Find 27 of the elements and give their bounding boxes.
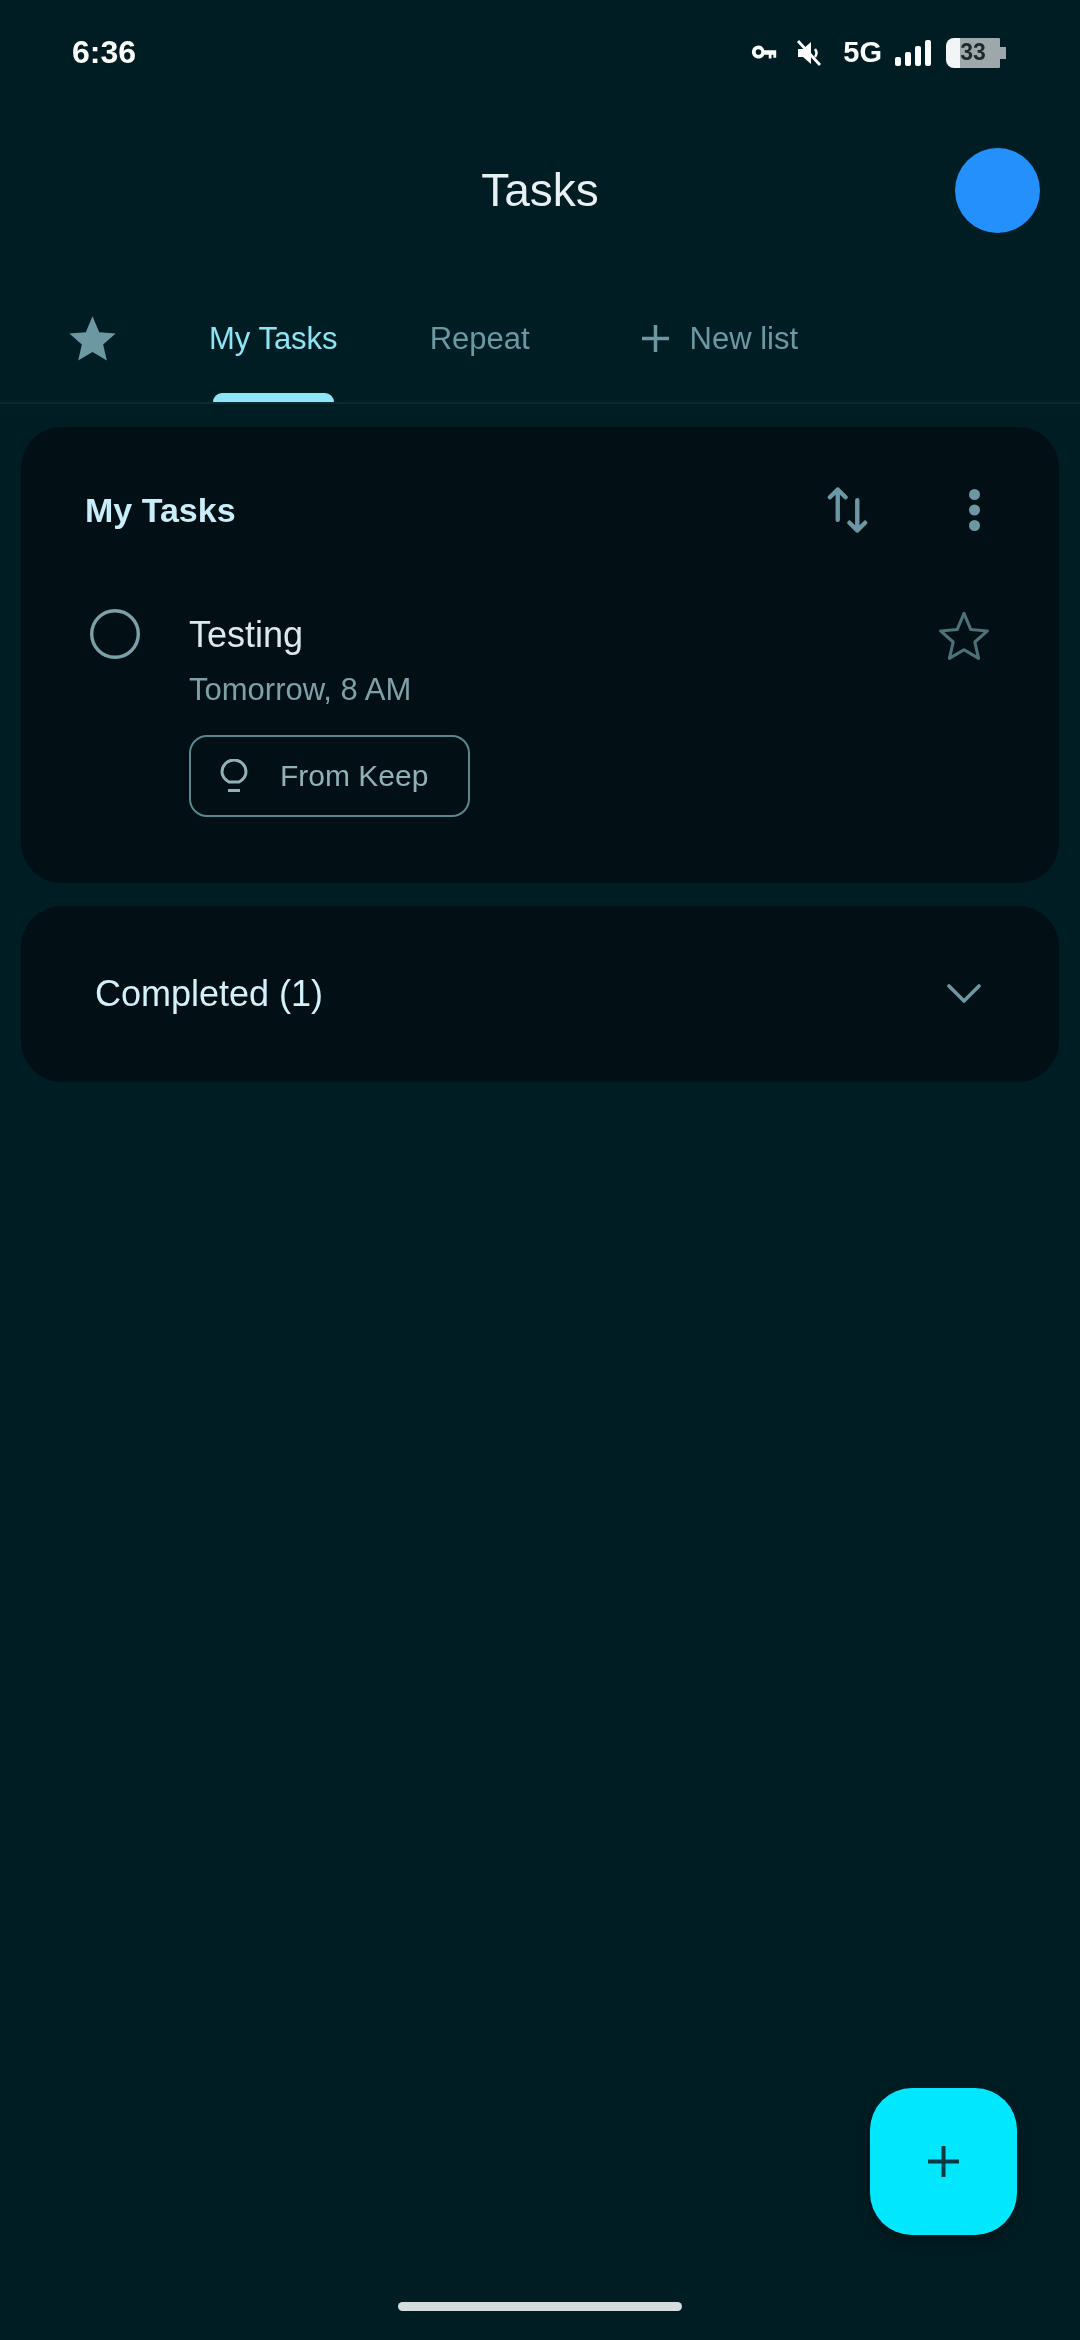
chevron-icon (947, 984, 981, 1004)
new-list-button[interactable]: New list (641, 275, 799, 402)
status-time: 6:36 (72, 34, 137, 71)
list-tab[interactable]: My Tasks (209, 275, 338, 402)
task-title: Testing (189, 613, 304, 657)
sort-arrows-icon (826, 484, 869, 536)
completed-section-toggle[interactable]: Completed (1) (21, 906, 1059, 1082)
network-type: 5G (843, 38, 882, 67)
plus-icon (928, 2146, 959, 2177)
complete-checkbox[interactable] (90, 609, 140, 659)
list-tab[interactable]: Repeat (429, 275, 530, 402)
star-icon[interactable] (938, 611, 990, 661)
mute-icon (796, 38, 823, 67)
list-title: My Tasks (85, 490, 236, 530)
lightbulb-icon (218, 759, 250, 793)
star-icon (68, 315, 117, 362)
app-title: Tasks (481, 163, 599, 217)
add-task-button[interactable] (870, 2088, 1017, 2235)
source-chip[interactable]: From Keep (189, 735, 471, 817)
more-button[interactable] (968, 488, 981, 532)
sort-button[interactable] (826, 484, 869, 536)
battery-indicator: 33 (946, 37, 1006, 68)
avatar-icon[interactable] (955, 147, 1040, 233)
more-vert-icon (968, 488, 981, 532)
signal-icon (895, 39, 931, 66)
plus-icon (641, 325, 669, 352)
task-due-date: Tomorrow, 8 AM (189, 671, 412, 709)
